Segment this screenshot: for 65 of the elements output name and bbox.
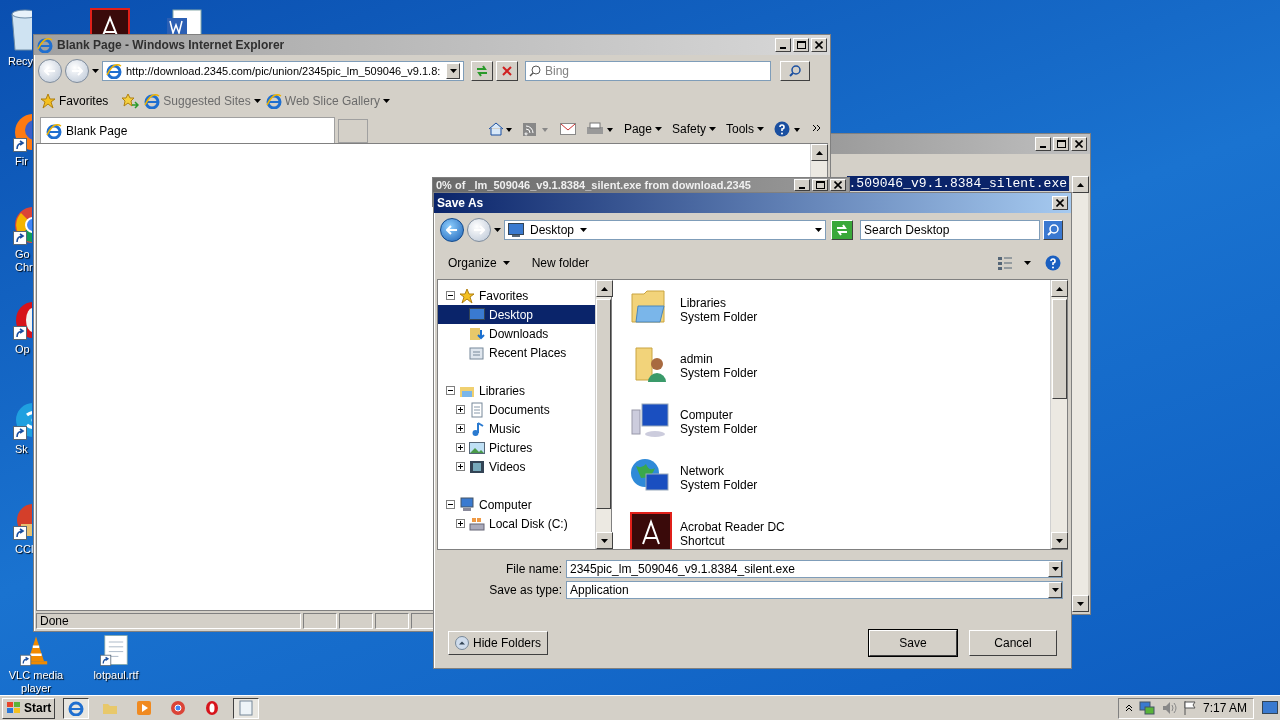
desktop-icon-label[interactable]: Op: [15, 343, 30, 356]
file-name: Computer: [680, 408, 734, 422]
tree-item[interactable]: Music: [438, 419, 595, 438]
tree-item[interactable]: Documents: [438, 400, 595, 419]
favorites-button[interactable]: Favorites: [40, 93, 109, 109]
file-item[interactable]: Libraries System Folder: [630, 288, 1032, 332]
desktop-icon-label[interactable]: Recy: [8, 55, 34, 68]
file-item[interactable]: Acrobat Reader DC Shortcut: [630, 512, 1032, 549]
search-field[interactable]: Bing: [525, 61, 771, 81]
file-type: System Folder: [680, 366, 758, 380]
desktop-icon-label[interactable]: Sk: [15, 443, 28, 456]
tree-item[interactable]: Pictures: [438, 438, 595, 457]
desktop-icon-label[interactable]: lotpaul.rtf: [93, 669, 139, 682]
tree-item[interactable]: Videos: [438, 457, 595, 476]
window-title: Save As: [437, 196, 485, 210]
cancel-button[interactable]: Cancel: [969, 630, 1057, 656]
address-text: http://download.2345.com/pic/union/2345pic_lm_509046_v9.1.8:: [126, 65, 442, 77]
tree-item[interactable]: Recent Places: [438, 343, 595, 362]
file-name: Network: [680, 464, 725, 478]
window-title: Blank Page - Windows Internet Explorer: [57, 38, 286, 52]
new-folder-button[interactable]: New folder: [527, 256, 594, 270]
file-item[interactable]: Network System Folder: [630, 456, 1032, 500]
organize-menu[interactable]: Organize: [444, 256, 514, 270]
file-item[interactable]: Computer System Folder: [630, 400, 1032, 444]
file-item[interactable]: admin System Folder: [630, 344, 1032, 388]
file-type: Shortcut: [680, 534, 726, 548]
file-name: Libraries: [680, 296, 728, 310]
file-type: System Folder: [680, 310, 758, 324]
hide-folders-button[interactable]: Hide Folders: [448, 631, 549, 655]
tree-item[interactable]: Computer: [438, 495, 595, 514]
field-label: Save as type:: [488, 582, 562, 597]
file-type: System Folder: [680, 422, 758, 436]
search-placeholder: Bing: [545, 64, 571, 78]
start-button[interactable]: Start: [2, 697, 56, 719]
search-field[interactable]: Search Desktop: [860, 220, 1040, 240]
save-type-dropdown[interactable]: Application: [566, 580, 1063, 599]
command-menu[interactable]: Tools: [726, 122, 764, 136]
browser-tab[interactable]: Blank Page: [40, 117, 335, 143]
favorites-link[interactable]: Suggested Sites: [144, 93, 261, 109]
desktop-icon-label[interactable]: CCl: [15, 543, 34, 556]
location-bar[interactable]: Desktop: [504, 220, 826, 240]
search-placeholder: Search Desktop: [864, 223, 951, 237]
save-button[interactable]: Save: [869, 630, 957, 656]
tree-item[interactable]: Downloads: [438, 324, 595, 343]
favorites-link[interactable]: Web Slice Gallery: [265, 93, 390, 109]
status-text: Done: [36, 613, 301, 629]
tree-item[interactable]: Desktop: [438, 305, 595, 324]
window-title: 0% of _lm_509046_v9.1.8384_silent.exe from download.2345: [436, 179, 752, 191]
desktop-icon-label[interactable]: VLC media player: [6, 669, 66, 695]
command-menu[interactable]: Safety: [671, 122, 716, 136]
clock: 7:17 AM: [1202, 701, 1247, 715]
address-field[interactable]: http://download.2345.com/pic/union/2345pic_lm_509046_v9.1.8:: [102, 61, 464, 81]
tree-item[interactable]: Libraries: [438, 381, 595, 400]
desktop-icon-label[interactable]: Fir: [15, 155, 28, 168]
file-name: admin: [680, 352, 714, 366]
tree-item[interactable]: Favorites: [438, 286, 595, 305]
tree-item[interactable]: Local Disk (C:): [438, 514, 595, 533]
location-text: Desktop: [530, 223, 575, 237]
file-name-field[interactable]: 2345pic_lm_509046_v9.1.8384_silent.exe: [566, 559, 1063, 578]
file-name: Acrobat Reader DC: [680, 520, 785, 534]
field-label: File name:: [504, 561, 562, 576]
desktop-icon-label[interactable]: Go Chr: [15, 248, 33, 274]
command-menu[interactable]: Page: [623, 122, 662, 136]
file-type: System Folder: [680, 478, 758, 492]
selected-text: .509046_v9.1.8384_silent.exe: [846, 176, 1069, 191]
